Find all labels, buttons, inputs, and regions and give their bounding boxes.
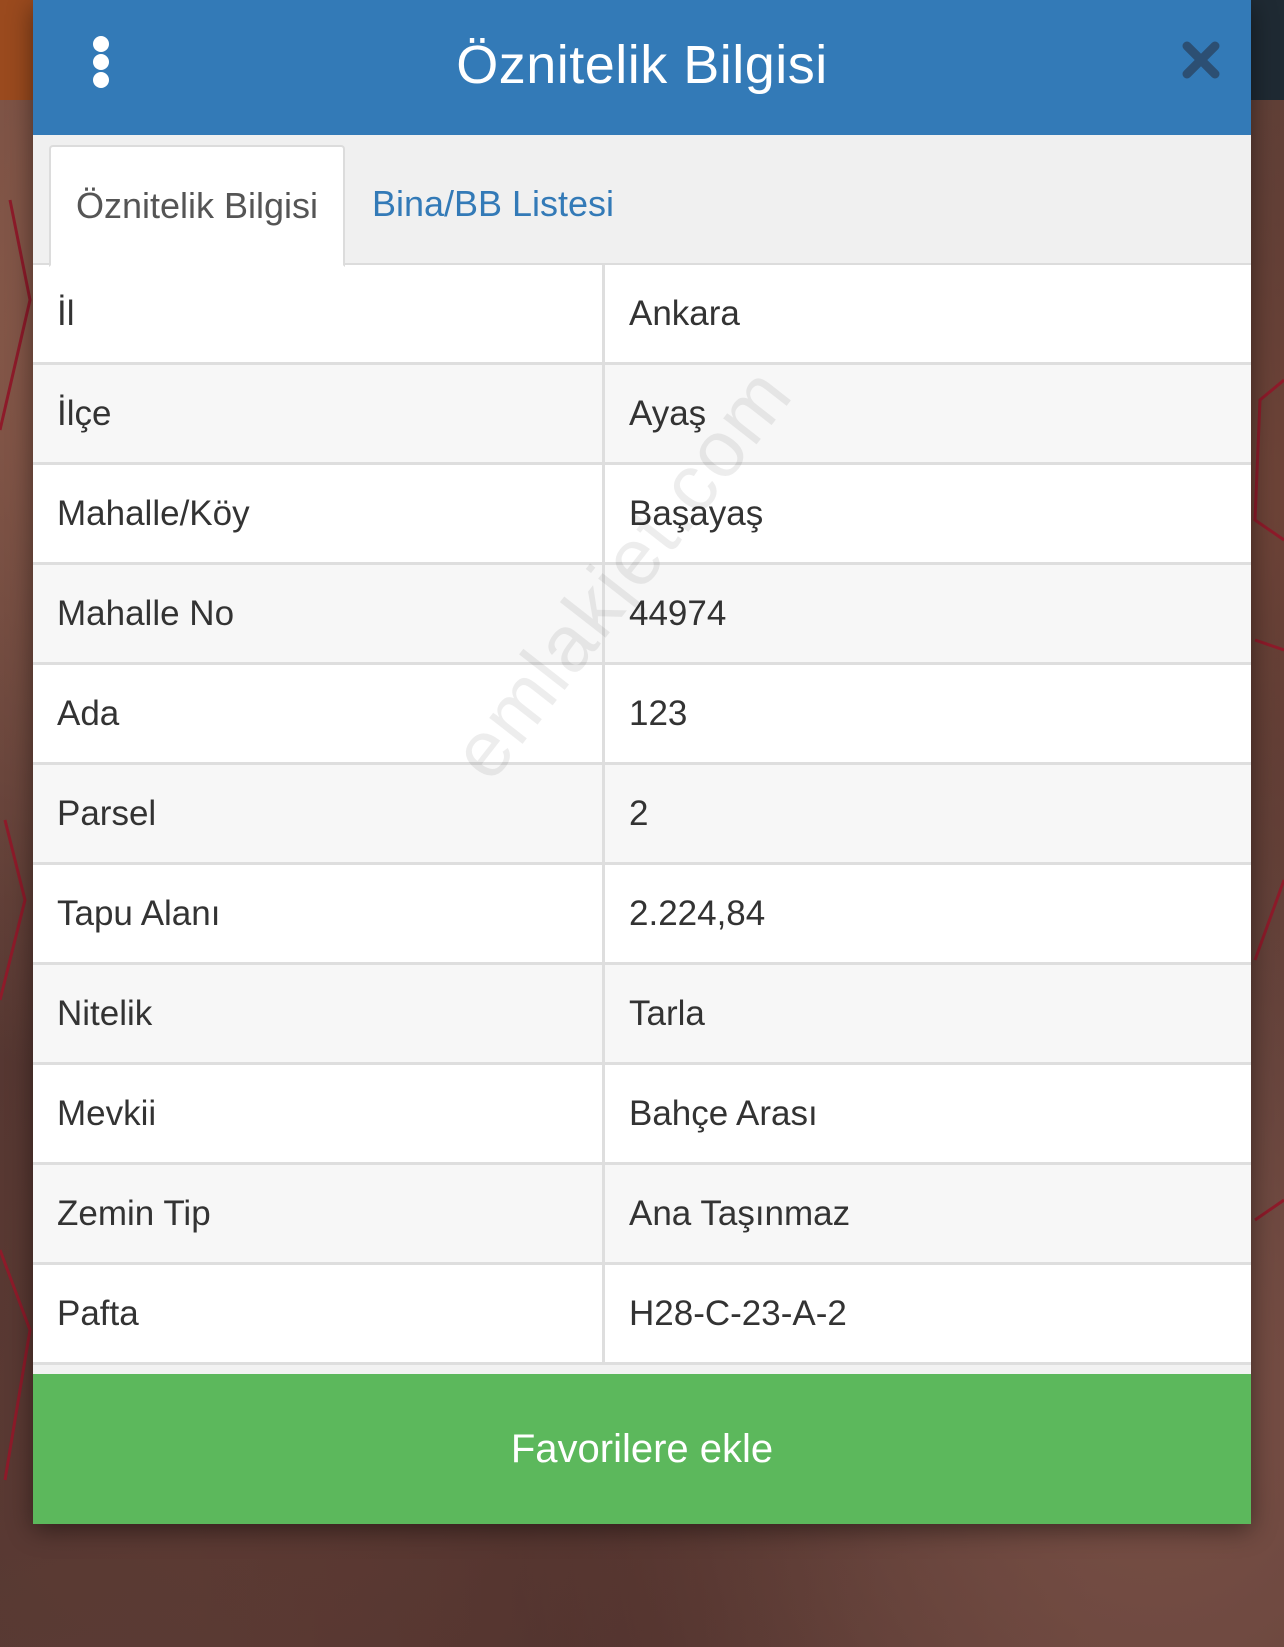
attribute-label: Ada <box>33 662 605 765</box>
attribute-value: 123 <box>602 662 1251 765</box>
attribute-value: Ayaş <box>602 362 1251 465</box>
attribute-label: Parsel <box>33 762 605 865</box>
table-row: Zemin Tip Ana Taşınmaz <box>33 1162 1251 1265</box>
attribute-value: Başayaş <box>602 462 1251 565</box>
attribute-label: Mahalle/Köy <box>33 462 605 565</box>
table-row: Mahalle No 44974 <box>33 562 1251 665</box>
attribute-label: Mahalle No <box>33 562 605 665</box>
vertical-ellipsis-icon[interactable] <box>91 36 111 88</box>
attribute-value: 2 <box>602 762 1251 865</box>
attribute-info-modal: Öznitelik Bilgisi Öznitelik Bilgisi Bina… <box>33 0 1251 1524</box>
attribute-value: Tarla <box>602 962 1251 1065</box>
attribute-value: Ana Taşınmaz <box>602 1162 1251 1265</box>
attribute-value: Ankara <box>602 265 1251 365</box>
tab-building-list[interactable]: Bina/BB Listesi <box>358 145 628 263</box>
attribute-table: İl Ankara İlçe Ayaş Mahalle/Köy Başayaş … <box>33 265 1251 1365</box>
attribute-label: İlçe <box>33 362 605 465</box>
table-row: Tapu Alanı 2.224,84 <box>33 862 1251 965</box>
attribute-label: Zemin Tip <box>33 1162 605 1265</box>
modal-header: Öznitelik Bilgisi <box>33 0 1251 135</box>
table-row: Pafta H28-C-23-A-2 <box>33 1262 1251 1365</box>
table-row: İlçe Ayaş <box>33 362 1251 465</box>
tab-attribute-info[interactable]: Öznitelik Bilgisi <box>49 145 345 267</box>
table-row: Mahalle/Köy Başayaş <box>33 462 1251 565</box>
attribute-value: 44974 <box>602 562 1251 665</box>
attribute-value: H28-C-23-A-2 <box>602 1262 1251 1365</box>
table-row: İl Ankara <box>33 265 1251 365</box>
attribute-label: Tapu Alanı <box>33 862 605 965</box>
attribute-label: Mevkii <box>33 1062 605 1165</box>
table-row: Mevkii Bahçe Arası <box>33 1062 1251 1165</box>
attribute-value: 2.224,84 <box>602 862 1251 965</box>
attribute-label: Nitelik <box>33 962 605 1065</box>
tab-bar: Öznitelik Bilgisi Bina/BB Listesi <box>33 135 1251 267</box>
attribute-label: Pafta <box>33 1262 605 1365</box>
table-row: Parsel 2 <box>33 762 1251 865</box>
table-row: Nitelik Tarla <box>33 962 1251 1065</box>
table-row: Ada 123 <box>33 662 1251 765</box>
close-icon[interactable] <box>1179 38 1223 82</box>
attribute-value: Bahçe Arası <box>602 1062 1251 1165</box>
attribute-label: İl <box>33 265 605 365</box>
modal-title: Öznitelik Bilgisi <box>456 34 828 95</box>
add-to-favorites-button[interactable]: Favorilere ekle <box>33 1374 1251 1524</box>
